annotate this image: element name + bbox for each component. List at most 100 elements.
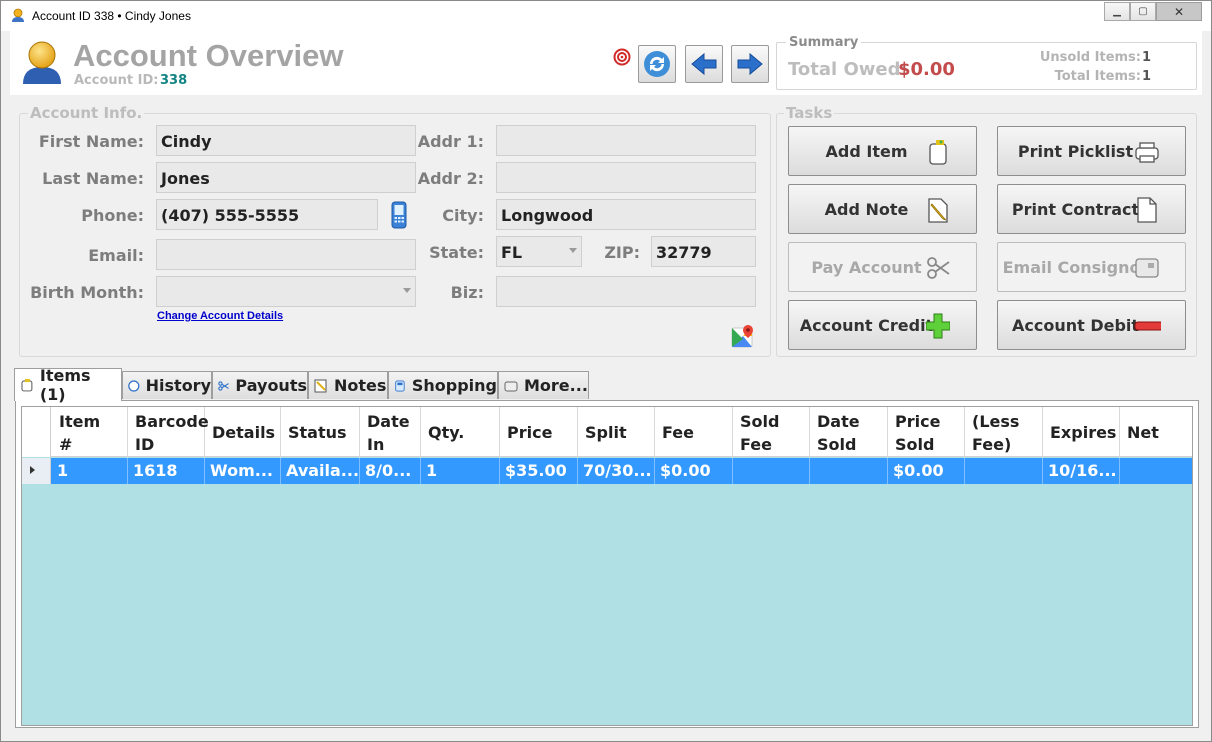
target-icon[interactable] [613,48,631,66]
refresh-button[interactable] [638,45,676,83]
column-header[interactable]: Split [578,407,655,457]
email-consignor-button[interactable]: Email Consignor [997,242,1186,292]
arrow-right-icon [737,52,763,76]
city-field[interactable]: Longwood [496,199,756,230]
addr1-field[interactable] [496,125,756,156]
items-table[interactable]: Item # Barcode ID Details Status Date In Qt… [21,406,1193,726]
minimize-button[interactable]: ▁ [1104,2,1130,21]
column-header[interactable]: Barcode ID [128,407,209,457]
more-icon [504,381,518,391]
table-cell[interactable]: $0.00 [655,458,733,484]
addr2-label: Addr 2: [417,169,484,188]
addr2-field[interactable] [496,162,756,193]
tag-icon [929,140,947,165]
column-header[interactable]: (Less Fee) [965,407,1043,457]
column-header[interactable]: Expires [1043,407,1120,457]
pay-account-button[interactable]: Pay Account [788,242,977,292]
tag-icon [21,379,33,392]
phone-label: Phone: [81,206,144,225]
table-cell[interactable] [733,458,810,484]
account-debit-button[interactable]: Account Debit [997,300,1186,350]
mobile-phone-icon[interactable] [391,201,407,229]
column-header[interactable]: Date In [360,407,421,457]
birth-month-select[interactable] [156,276,416,307]
table-cell[interactable]: Wom... [205,458,281,484]
plus-icon [926,313,950,339]
items-tab-panel: Item # Barcode ID Details Status Date In Qt… [15,400,1199,728]
column-header[interactable]: Sold Fee [733,407,810,457]
tab-items[interactable]: Items (1) [14,366,122,404]
last-name-field[interactable]: Jones [156,162,416,193]
note-pencil-icon [928,198,948,223]
column-header[interactable]: Date Sold [810,407,888,457]
avatar [23,41,61,84]
add-item-button[interactable]: Add Item [788,126,977,176]
biz-label: Biz: [450,283,484,302]
account-credit-label: Account Credit [799,316,934,335]
change-account-details-link[interactable]: Change Account Details [157,310,283,322]
column-header[interactable]: Details [205,407,281,457]
zip-label: ZIP: [604,243,640,262]
total-items-value: 1 [1142,69,1152,84]
column-header[interactable]: Item # [52,407,128,457]
maximize-button[interactable]: ▢ [1130,2,1156,21]
first-name-label: First Name: [38,132,144,151]
account-id-value: 338 [160,73,188,88]
biz-field[interactable] [496,276,756,307]
column-header[interactable]: Fee [655,407,733,457]
first-name-field[interactable]: Cindy [156,125,416,156]
tab-history[interactable]: History [122,371,212,399]
column-header[interactable]: Price Sold [888,407,965,457]
tab-notes[interactable]: Notes [308,371,388,399]
account-id-label: Account ID: [74,73,159,88]
minus-icon [1134,321,1161,331]
row-selector[interactable] [22,458,51,484]
phone-field[interactable]: (407) 555-5555 [156,199,378,230]
table-row[interactable]: 1 1618 Wom... Availa... 8/0... 1 $35.00 … [22,458,1192,484]
account-credit-button[interactable]: Account Credit [788,300,977,350]
document-icon [1137,197,1157,223]
page-title: Account Overview [73,38,344,73]
column-header[interactable]: Price [500,407,578,457]
table-cell[interactable]: 1 [421,458,500,484]
table-cell[interactable]: 10/16... [1043,458,1120,484]
back-button[interactable] [685,45,723,83]
google-maps-icon[interactable] [731,324,755,348]
row-header-corner [22,407,51,457]
close-button[interactable]: ✕ [1156,2,1202,21]
print-contract-button[interactable]: Print Contract [997,184,1186,234]
forward-button[interactable] [731,45,769,83]
city-label: City: [442,206,484,225]
total-owed-value: $0.00 [898,59,955,80]
column-header[interactable]: Net [1120,407,1192,457]
table-cell[interactable]: 1618 [128,458,205,484]
shopping-icon [395,379,405,392]
print-picklist-button[interactable]: Print Picklist [997,126,1186,176]
table-cell[interactable]: 1 [52,458,128,484]
email-consignor-label: Email Consignor [1002,258,1149,277]
birth-month-label: Birth Month: [30,283,144,302]
tab-payouts[interactable]: Payouts [212,371,308,399]
column-header[interactable]: Status [281,407,360,457]
tab-shopping[interactable]: Shopping [388,371,498,399]
table-cell[interactable]: $0.00 [888,458,965,484]
row-pointer-icon [30,466,35,474]
refresh-icon [644,51,670,77]
table-cell[interactable] [1120,458,1192,484]
table-header: Item # Barcode ID Details Status Date In Qt… [22,407,1192,457]
email-field[interactable] [156,239,416,270]
note-pencil-icon [314,379,327,392]
table-cell[interactable]: Availa... [281,458,360,484]
add-note-button[interactable]: Add Note [788,184,977,234]
table-cell[interactable] [965,458,1043,484]
table-cell[interactable] [810,458,888,484]
tab-more[interactable]: More... [498,371,589,399]
table-cell[interactable]: 70/30... [578,458,655,484]
zip-field[interactable]: 32779 [651,236,756,267]
column-header[interactable]: Qty. [421,407,500,457]
state-select[interactable]: FL [496,236,582,267]
table-cell[interactable]: $35.00 [500,458,578,484]
tab-shopping-label: Shopping [411,376,497,395]
table-cell[interactable]: 8/0... [360,458,421,484]
app-window: Account ID 338 • Cindy Jones ▁ ▢ ✕ Accou… [0,0,1212,742]
